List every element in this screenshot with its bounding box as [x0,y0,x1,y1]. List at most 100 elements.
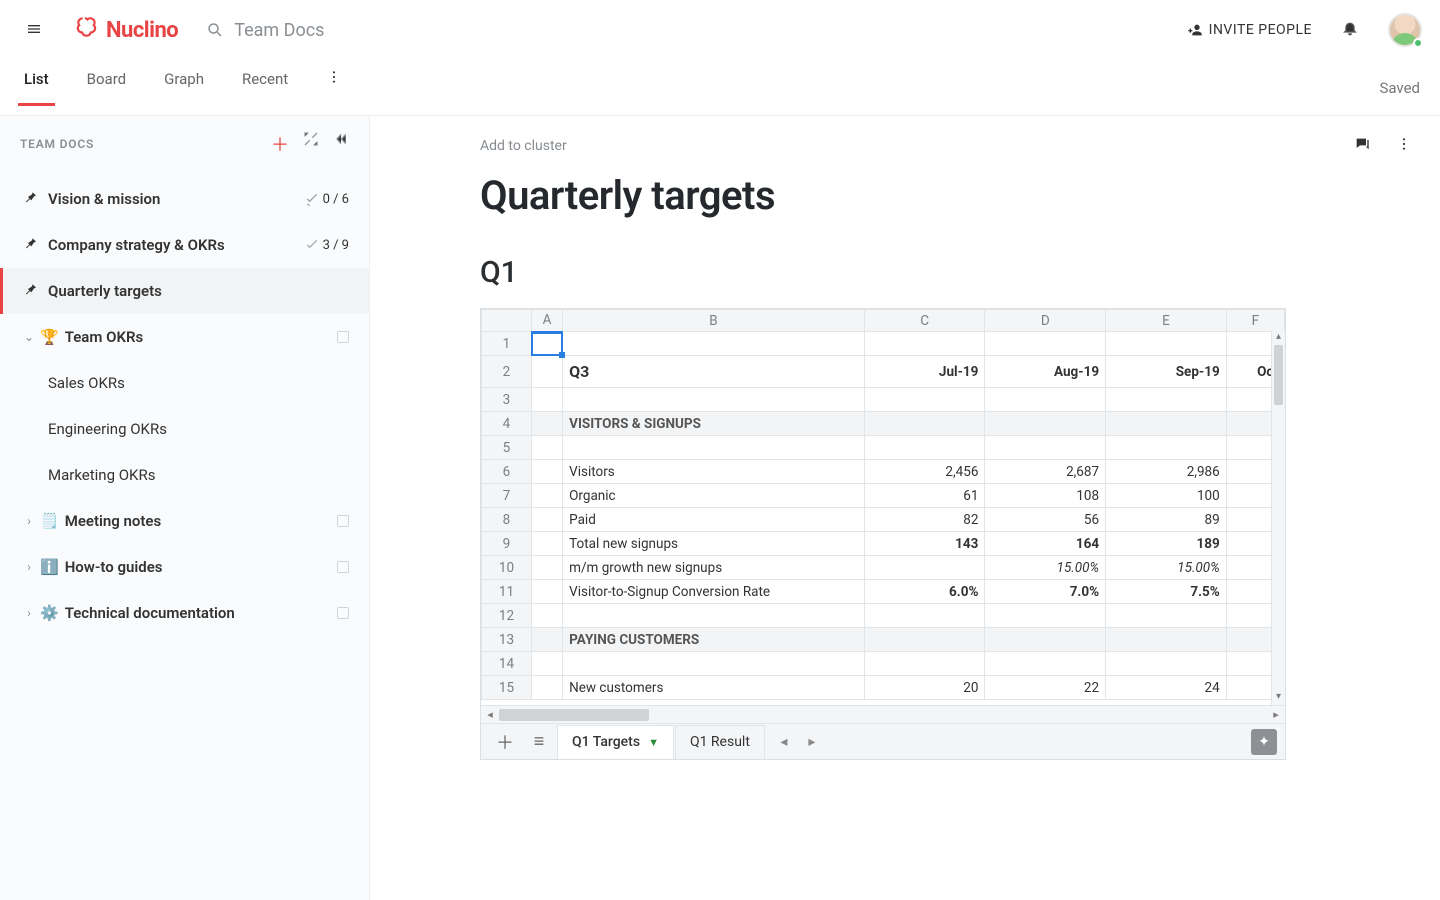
col-header-f[interactable]: F [1226,310,1284,332]
notifications-button[interactable] [1342,20,1358,41]
sidebar-add-button[interactable]: ＋ [271,131,289,157]
task-count: 0 / 6 [305,192,349,207]
doc-more-button[interactable] [1396,136,1412,157]
comments-icon [1354,136,1370,152]
pin-icon [22,235,38,255]
sidebar-item-engineering-okrs[interactable]: Engineering OKRs [0,406,369,452]
row-header[interactable]: 6 [482,460,532,484]
sidebar-item-team-okrs[interactable]: ⌄ 🏆 Team OKRs [0,314,369,360]
bell-icon [1342,20,1358,36]
checklist-icon [305,192,319,206]
scroll-down-button[interactable]: ▾ [1272,691,1285,705]
brand-icon [74,14,100,46]
add-to-cluster-link[interactable]: Add to cluster [480,138,1440,154]
corner-cell[interactable] [482,310,532,332]
page-title: Quarterly targets [480,172,1440,219]
sidebar: TEAM DOCS ＋ Vision & mission 0 / 6 [0,116,370,900]
cell-q3[interactable]: Q3 [563,356,865,388]
horizontal-scrollbar[interactable]: ◂ ▸ [481,705,1285,723]
row-header[interactable]: 11 [482,580,532,604]
caret-right-icon: › [22,514,36,528]
sheet-next-button[interactable]: ▸ [798,734,826,750]
sidebar-item-sales-okrs[interactable]: Sales OKRs [0,360,369,406]
row-header[interactable]: 9 [482,532,532,556]
more-icon [1396,136,1412,152]
cell-a1[interactable] [531,332,562,356]
chevron-left-icon [333,131,349,147]
gear-icon: ⚙️ [40,604,59,622]
row-header[interactable]: 15 [482,676,532,700]
expand-icon [303,131,319,147]
scroll-thumb[interactable] [1274,345,1283,405]
invite-label: INVITE PEOPLE [1209,22,1312,38]
row-header[interactable]: 2 [482,356,532,388]
sidebar-heading: TEAM DOCS [20,137,94,151]
col-header-b[interactable]: B [563,310,865,332]
tab-board[interactable]: Board [83,70,130,106]
row-header[interactable]: 10 [482,556,532,580]
scroll-thumb[interactable] [499,709,649,721]
sidebar-item-vision[interactable]: Vision & mission 0 / 6 [0,176,369,222]
vertical-scrollbar[interactable]: ▴ ▾ [1271,331,1285,705]
col-header-c[interactable]: C [864,310,985,332]
sheet-tab-q1-results[interactable]: Q1 Result [675,725,765,759]
comments-button[interactable] [1354,136,1370,157]
tab-more-button[interactable] [322,69,346,107]
add-sheet-button[interactable]: ＋ [489,726,521,758]
task-count: 3 / 9 [305,238,349,253]
scroll-up-button[interactable]: ▴ [1272,331,1285,345]
search-icon [206,21,224,39]
item-checkbox[interactable] [337,515,349,527]
row-header[interactable]: 13 [482,628,532,652]
brand-logo[interactable]: Nuclino [74,14,178,46]
search-placeholder: Team Docs [234,20,324,41]
presence-indicator [1413,38,1423,48]
sidebar-item-strategy[interactable]: Company strategy & OKRs 3 / 9 [0,222,369,268]
pin-icon [22,281,38,301]
col-header-d[interactable]: D [985,310,1106,332]
info-icon: ℹ️ [40,558,59,576]
sheet-tab-q1-targets[interactable]: Q1 Targets▼ [557,725,674,759]
trophy-icon: 🏆 [40,328,59,346]
sheet-prev-button[interactable]: ◂ [770,734,798,750]
tab-graph[interactable]: Graph [160,70,208,106]
sidebar-item-quarterly-targets[interactable]: Quarterly targets [0,268,369,314]
save-status: Saved [1379,79,1420,97]
tab-list[interactable]: List [20,70,53,106]
invite-people-button[interactable]: INVITE PEOPLE [1187,22,1312,38]
search-button[interactable]: Team Docs [206,20,324,41]
embedded-spreadsheet[interactable]: A B C D E F 1 2 Q3 [480,308,1286,760]
explore-button[interactable]: ✦ [1251,729,1277,755]
row-header[interactable]: 8 [482,508,532,532]
menu-button[interactable] [18,14,50,47]
sidebar-item-howto[interactable]: › ℹ️ How-to guides [0,544,369,590]
row-header[interactable]: 1 [482,332,532,356]
item-checkbox[interactable] [337,331,349,343]
sidebar-item-technical-docs[interactable]: › ⚙️ Technical documentation [0,590,369,636]
checklist-icon [305,238,319,252]
brand-name: Nuclino [106,18,178,43]
sidebar-collapse-button[interactable] [333,131,349,157]
scroll-right-button[interactable]: ▸ [1267,706,1285,724]
row-header[interactable]: 14 [482,652,532,676]
col-header-a[interactable]: A [531,310,562,332]
sidebar-item-marketing-okrs[interactable]: Marketing OKRs [0,452,369,498]
invite-icon [1187,22,1203,38]
all-sheets-button[interactable]: ≡ [523,726,555,758]
sidebar-item-meeting-notes[interactable]: › 🗒️ Meeting notes [0,498,369,544]
sidebar-expand-button[interactable] [303,131,319,157]
tab-recent[interactable]: Recent [238,70,292,106]
row-header[interactable]: 4 [482,412,532,436]
caret-right-icon: › [22,560,36,574]
row-header[interactable]: 7 [482,484,532,508]
user-avatar[interactable] [1388,13,1422,47]
sheet-tab-dropdown[interactable]: ▼ [648,736,659,749]
caret-down-icon: ⌄ [22,330,36,344]
scroll-left-button[interactable]: ◂ [481,706,499,724]
row-header[interactable]: 3 [482,388,532,412]
item-checkbox[interactable] [337,607,349,619]
row-header[interactable]: 12 [482,604,532,628]
row-header[interactable]: 5 [482,436,532,460]
item-checkbox[interactable] [337,561,349,573]
col-header-e[interactable]: E [1106,310,1227,332]
